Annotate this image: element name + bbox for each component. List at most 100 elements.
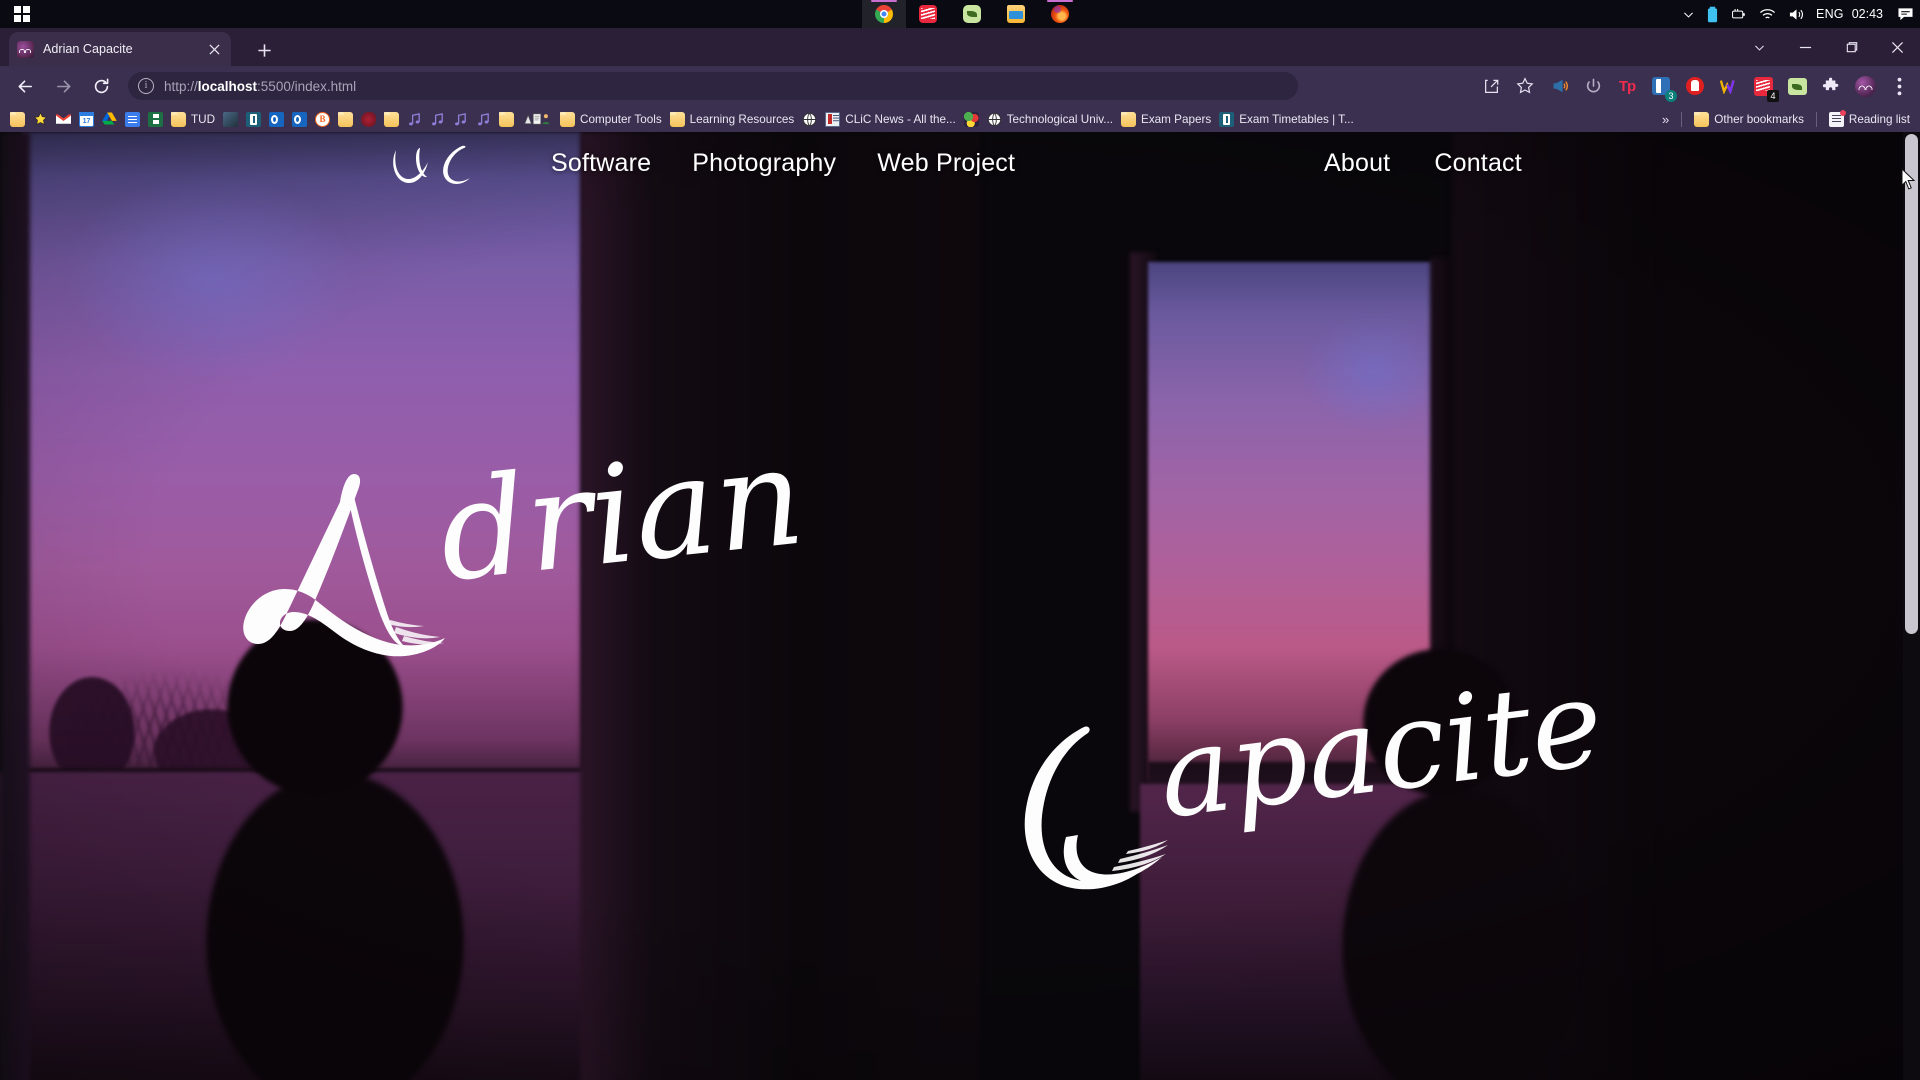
page-scrollbar[interactable] <box>1903 132 1920 1080</box>
bookmark-item[interactable] <box>403 109 426 129</box>
tab-title: Adrian Capacite <box>43 42 133 56</box>
bookmark-item[interactable] <box>798 109 821 129</box>
bookmark-item[interactable] <box>357 109 380 129</box>
bookmark-item[interactable] <box>380 109 403 129</box>
hero-section: Adrian drian <box>0 132 1920 1080</box>
bookmark-item[interactable]: 17 <box>75 109 98 129</box>
megaphone-extension-icon[interactable] <box>1546 73 1572 99</box>
other-bookmarks-button[interactable]: Other bookmarks <box>1690 109 1808 129</box>
w-extension-icon[interactable] <box>1716 73 1742 99</box>
power-plug-icon[interactable] <box>1724 0 1753 28</box>
folder-icon <box>338 111 354 127</box>
onenote-extension-icon[interactable]: 3 <box>1648 73 1677 102</box>
green-sprout-extension-icon[interactable] <box>1784 73 1810 99</box>
chevron-double-right-icon[interactable]: » <box>1658 112 1673 127</box>
extensions-puzzle-icon[interactable] <box>1818 73 1844 99</box>
scrollbar-thumb[interactable] <box>1905 134 1918 634</box>
bookmark-star-icon[interactable] <box>1512 73 1538 99</box>
bookmark-item[interactable] <box>518 109 556 129</box>
bookmark-item[interactable]: TUD <box>167 109 219 129</box>
window-controls <box>1736 28 1920 66</box>
bookmark-item[interactable] <box>98 109 121 129</box>
battery-icon[interactable] <box>1701 0 1724 28</box>
nav-item-software[interactable]: Software <box>551 149 651 178</box>
reading-list-icon <box>1828 109 1846 127</box>
profile-avatar-icon[interactable] <box>1852 73 1878 99</box>
chrome-menu-icon[interactable] <box>1886 73 1912 99</box>
red-stacked-extension-icon[interactable]: 4 <box>1750 73 1779 102</box>
back-arrow-icon[interactable] <box>9 70 41 102</box>
google-docs-icon <box>125 111 140 127</box>
bookmark-item[interactable] <box>52 109 75 129</box>
close-button[interactable] <box>1874 28 1920 66</box>
reading-list-label: Reading list <box>1848 112 1910 126</box>
bookmark-item-learning-resources[interactable]: Learning Resources <box>666 109 799 129</box>
forward-arrow-icon[interactable] <box>47 70 79 102</box>
music-note-icon <box>453 112 468 127</box>
maximize-button[interactable] <box>1828 28 1874 66</box>
bookmark-item[interactable] <box>449 109 472 129</box>
taskbar-app-firefox[interactable] <box>1038 0 1082 28</box>
bookmark-item-technological-univ[interactable]: Technological Univ... <box>983 109 1117 129</box>
bookmark-item[interactable] <box>121 109 144 129</box>
reload-icon[interactable] <box>85 70 117 102</box>
site-nav-left: Software Photography Web Project <box>551 132 1015 194</box>
bookmark-item[interactable]: B <box>311 109 334 129</box>
reading-list-button[interactable]: Reading list <box>1825 109 1914 129</box>
stop-hand-extension-icon[interactable] <box>1682 73 1708 99</box>
bookmark-item[interactable] <box>472 109 495 129</box>
nav-item-contact[interactable]: Contact <box>1434 149 1522 178</box>
folder-icon <box>384 111 400 127</box>
tp-extension-icon[interactable]: Tp <box>1614 73 1640 99</box>
taskbar-app-chrome[interactable] <box>862 0 906 28</box>
bookmark-item-computer-tools[interactable]: Computer Tools <box>556 109 666 129</box>
browser-toolbar: http://localhost:5500/index.html Tp <box>0 66 1920 106</box>
info-circle-icon[interactable] <box>138 78 154 94</box>
browser-tab-active[interactable]: Adrian Capacite <box>9 32 231 66</box>
folder-icon <box>171 111 186 127</box>
bookmark-item[interactable] <box>242 109 265 129</box>
taskbar-clock[interactable]: 02:43 <box>1849 0 1891 28</box>
brightspace-icon: B <box>315 111 331 127</box>
new-tab-button[interactable] <box>252 38 276 62</box>
bookmark-item[interactable] <box>495 109 518 129</box>
extension-badge-count: 4 <box>1767 90 1779 102</box>
wifi-icon[interactable] <box>1753 0 1782 28</box>
language-indicator[interactable]: ENG <box>1811 0 1849 28</box>
search-tabs-button[interactable] <box>1736 28 1782 66</box>
bookmark-item-exam-timetables[interactable]: Exam Timetables | T... <box>1215 109 1358 129</box>
chrome-browser-window: Adrian Capacite i http://localhost:5500/… <box>0 28 1920 1080</box>
taskbar-app-explorer[interactable] <box>994 0 1038 28</box>
folder-icon <box>1694 111 1710 127</box>
bookmark-item-clic-news[interactable]: CLiC News - All the... <box>821 109 959 129</box>
nav-item-about[interactable]: About <box>1324 149 1390 178</box>
close-icon[interactable] <box>205 40 223 58</box>
minimize-button[interactable] <box>1782 28 1828 66</box>
bookmark-label: TUD <box>191 112 216 126</box>
speaker-icon[interactable] <box>1782 0 1811 28</box>
divider <box>1681 111 1683 127</box>
bookmark-item[interactable] <box>219 109 242 129</box>
taskbar-app-red[interactable] <box>906 0 950 28</box>
bookmark-item-exam-papers[interactable]: Exam Papers <box>1117 109 1215 129</box>
bookmark-item[interactable] <box>288 109 311 129</box>
power-extension-icon[interactable] <box>1580 73 1606 99</box>
microsoft-excel-icon <box>148 111 163 127</box>
bookmark-item[interactable] <box>144 109 167 129</box>
chevron-up-icon[interactable] <box>1676 0 1701 28</box>
nav-item-web-project[interactable]: Web Project <box>877 149 1015 178</box>
bookmark-item[interactable] <box>265 109 288 129</box>
bookmark-item[interactable] <box>334 109 357 129</box>
bookmark-item[interactable] <box>29 109 52 129</box>
nav-item-photography[interactable]: Photography <box>692 149 836 178</box>
bookmark-label: CLiC News - All the... <box>845 112 956 126</box>
site-logo[interactable]: Adrian Capacite monogram <box>392 140 514 188</box>
bookmark-item[interactable] <box>426 109 449 129</box>
bookmark-item[interactable] <box>960 109 983 129</box>
notification-icon[interactable] <box>1891 0 1920 28</box>
taskbar-app-green[interactable] <box>950 0 994 28</box>
start-button[interactable] <box>0 0 44 28</box>
share-icon[interactable] <box>1478 73 1504 99</box>
address-bar[interactable]: http://localhost:5500/index.html <box>128 72 1298 100</box>
bookmark-item[interactable] <box>6 109 29 129</box>
